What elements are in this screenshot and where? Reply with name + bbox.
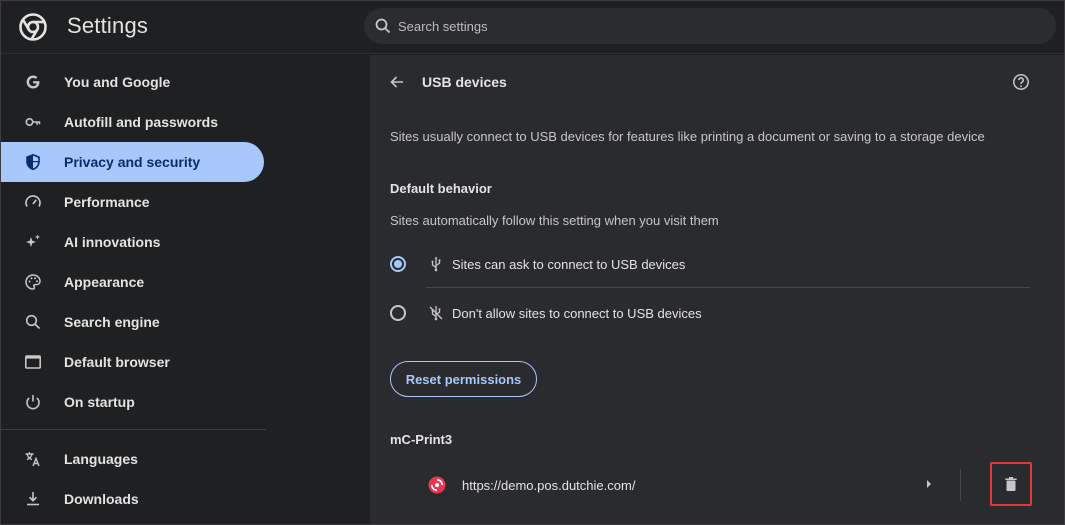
sidebar-item-ai-innovations[interactable]: AI innovations [0,222,264,262]
option-divider [426,287,1030,288]
sidebar-item-label: Search engine [64,314,160,330]
sparkle-icon [26,234,40,247]
search-box[interactable] [364,8,1056,44]
usb-devices-panel: USB devices Sites usually connect to USB… [370,55,1064,525]
sidebar-item-search-engine[interactable]: Search engine [0,302,264,342]
gauge-icon [25,195,41,207]
radio-label: Don't allow sites to connect to USB devi… [452,306,702,321]
back-arrow-icon[interactable] [388,73,406,91]
radio-allow-ask[interactable]: Sites can ask to connect to USB devices [390,245,1030,285]
radio-label: Sites can ask to connect to USB devices [452,257,686,272]
search-icon [25,314,41,330]
sidebar-item-default-browser[interactable]: Default browser [0,342,264,382]
top-bar: Settings [0,0,1065,54]
sidebar-item-label: Appearance [64,274,145,290]
radio-block[interactable]: Don't allow sites to connect to USB devi… [390,294,1030,334]
radio-button-checked[interactable] [390,256,406,272]
sidebar-item-privacy-and-security[interactable]: Privacy and security [0,142,264,182]
sidebar-item-you-and-google[interactable]: You and Google [0,62,264,102]
dutchie-favicon-icon [428,476,446,494]
help-icon[interactable] [1012,73,1030,91]
sidebar-item-performance[interactable]: Performance [0,182,264,222]
reset-permissions-button[interactable]: Reset permissions [390,361,537,397]
palette-icon [25,274,41,290]
sidebar-divider [0,429,266,430]
search-icon [375,18,391,34]
device-name: mC-Print3 [390,432,453,447]
power-icon [26,395,40,410]
page-description: Sites usually connect to USB devices for… [390,129,985,144]
default-behavior-subtitle: Sites automatically follow this setting … [390,213,719,228]
sidebar-item-label: Downloads [64,491,139,507]
sidebar-item-label: Autofill and passwords [64,114,219,130]
app-title: Settings [67,13,149,38]
translate-icon [25,452,40,467]
usb-icon [431,257,441,272]
sidebar-item-appearance[interactable]: Appearance [0,262,264,302]
sidebar-item-on-startup[interactable]: On startup [0,382,264,422]
sidebar-item-label: Privacy and security [64,154,201,170]
site-row[interactable]: https://demo.pos.dutchie.com/ [370,462,1064,506]
chrome-logo-icon[interactable] [18,12,48,42]
row-separator [960,469,961,501]
sidebar-item-languages[interactable]: Languages [0,439,264,479]
page-title: USB devices [422,74,507,90]
delete-site-button[interactable] [990,462,1032,506]
shield-icon [26,153,40,171]
default-behavior-heading: Default behavior [390,181,492,196]
site-url[interactable]: https://demo.pos.dutchie.com/ [462,478,635,493]
chevron-right-icon[interactable] [925,479,933,489]
sidebar-item-label: Default browser [64,354,170,370]
key-icon [25,118,41,127]
search-input[interactable] [398,8,1038,44]
sidebar-item-label: You and Google [64,74,171,90]
sidebar-item-label: On startup [64,394,135,410]
radio-button-unchecked[interactable] [390,305,406,321]
sidebar-item-label: Languages [64,451,138,467]
sidebar-item-autofill[interactable]: Autofill and passwords [0,102,264,142]
trash-icon [1005,477,1017,491]
sidebar: You and Google Autofill and passwords Pr… [0,55,275,525]
sidebar-item-downloads[interactable]: Downloads [0,479,264,519]
sidebar-item-label: AI innovations [64,234,161,250]
browser-window-icon [24,355,41,369]
google-g-icon [26,75,40,89]
sidebar-item-label: Performance [64,194,150,210]
download-icon [27,492,39,506]
usb-off-icon [429,306,443,321]
